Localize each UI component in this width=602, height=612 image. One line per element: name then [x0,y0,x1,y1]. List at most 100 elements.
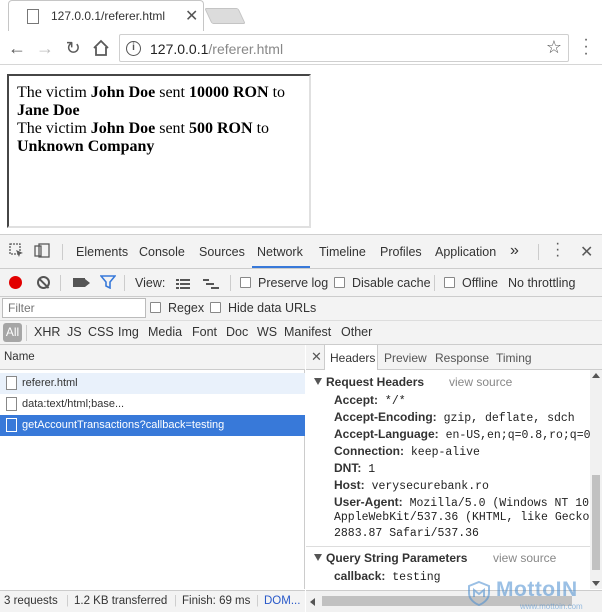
header-host: Host: verysecurebank.ro [334,478,489,493]
type-filter-other[interactable]: Other [341,325,372,339]
request-row-selected[interactable]: getAccountTransactions?callback=testing [0,415,305,436]
preserve-log-checkbox[interactable] [240,277,251,288]
new-tab-button[interactable] [204,8,246,24]
regex-checkbox[interactable] [150,302,161,313]
preserve-log-label[interactable]: Preserve log [258,276,328,290]
type-filter-ws[interactable]: WS [257,325,277,339]
tab-application[interactable]: Application [435,245,496,259]
devtools-menu-icon[interactable]: · · · [555,236,560,264]
tab-timeline[interactable]: Timeline [319,245,366,259]
tab-console[interactable]: Console [139,245,185,259]
devtools-tab-bar: Elements Console Sources Network Timelin… [0,235,602,269]
view-source-link[interactable]: view source [493,551,556,565]
request-row[interactable]: data:text/html;base... [0,394,305,415]
hide-data-urls-label[interactable]: Hide data URLs [228,301,316,315]
disable-cache-label[interactable]: Disable cache [352,276,431,290]
regex-label[interactable]: Regex [168,301,204,315]
url-text[interactable]: 127.0.0.1/referer.html [150,41,283,57]
type-filter-doc[interactable]: Doc [226,325,248,339]
tab-sources[interactable]: Sources [199,245,245,259]
tab-title: 127.0.0.1/referer.html [51,9,166,23]
network-controls: View: Preserve log Disable cache Offline… [0,269,602,297]
details-scrollbar[interactable] [590,370,602,589]
browser-menu-icon[interactable]: · · · [580,32,592,62]
type-filter-media[interactable]: Media [148,325,182,339]
browser-tab[interactable]: 127.0.0.1/referer.html ✕ [8,0,204,31]
watermark-brand: MottoIN [496,578,578,601]
filter-input[interactable] [2,298,146,318]
view-label: View: [135,276,166,290]
type-filter-css[interactable]: CSS [88,325,114,339]
summary-separator: | [256,595,259,607]
toolbar-divider [124,275,125,291]
device-toolbar-icon[interactable] [34,243,50,261]
devtools-panel: Elements Console Sources Network Timelin… [0,234,602,612]
type-filter-xhr[interactable]: XHR [34,325,60,339]
tab-profiles[interactable]: Profiles [380,245,422,259]
hide-data-urls-checkbox[interactable] [210,302,221,313]
more-tabs-icon[interactable]: » [510,242,519,260]
capture-screenshots-icon[interactable] [73,278,90,287]
header-accept-encoding: Accept-Encoding: gzip, deflate, sdch [334,410,575,425]
info-icon[interactable]: i [126,41,141,56]
throttling-select[interactable]: No throttling [508,276,575,290]
finish-time: Finish: 69 ms [182,595,251,607]
transaction-line-2: The victim John Doe sent 500 RON to Unkno… [17,120,270,155]
reload-icon[interactable]: ↻ [62,37,84,59]
document-icon [6,376,17,390]
tab-headers[interactable]: Headers [330,351,375,365]
tab-response[interactable]: Response [435,351,489,365]
active-tab-indicator [252,266,310,268]
request-row[interactable]: referer.html [0,373,305,394]
watermark-logo-icon [468,580,490,606]
type-filter-img[interactable]: Img [118,325,139,339]
overview-icon[interactable] [203,278,219,289]
scroll-left-icon[interactable] [310,598,315,606]
view-source-link[interactable]: view source [449,375,512,389]
inspect-element-icon[interactable] [9,243,24,261]
document-icon [6,397,17,411]
type-filter-font[interactable]: Font [192,325,217,339]
tab-network[interactable]: Network [257,245,303,259]
home-icon[interactable] [90,37,112,59]
large-rows-icon[interactable] [176,278,190,289]
tab-elements[interactable]: Elements [76,245,128,259]
type-filter-js[interactable]: JS [67,325,82,339]
header-user-agent: User-Agent: Mozilla/5.0 (Windows NT 10. [334,495,590,510]
page-favicon-icon [27,9,39,24]
back-arrow-icon[interactable]: ← [6,37,28,59]
scroll-up-icon[interactable] [592,373,600,378]
bookmark-star-icon[interactable]: ☆ [546,37,562,58]
clear-icon[interactable] [37,276,50,289]
header-user-agent-cont: 2883.87 Safari/537.36 [334,527,479,540]
summary-separator: | [66,595,69,607]
type-filter-all[interactable]: All [3,323,22,342]
offline-checkbox[interactable] [444,277,455,288]
type-filter-manifest[interactable]: Manifest [284,325,331,339]
close-devtools-icon[interactable]: ✕ [580,242,593,262]
transferred-size: 1.2 KB transferred [74,595,168,607]
toolbar-divider [26,325,27,341]
summary-separator: | [174,595,177,607]
page-viewport: The victim John Doe sent 10000 RON to Jan… [0,66,602,234]
record-icon[interactable] [9,276,22,289]
tab-preview[interactable]: Preview [384,351,427,365]
offline-label[interactable]: Offline [462,276,498,290]
param-callback: callback: testing [334,569,441,584]
scrollbar-thumb[interactable] [592,475,600,570]
request-details: ✕ Headers Preview Response Timing Reques… [306,345,602,589]
request-headers-title[interactable]: Request Headers [314,375,424,389]
address-bar[interactable]: i 127.0.0.1/referer.html ☆ [119,34,569,62]
disable-cache-checkbox[interactable] [334,277,345,288]
close-tab-icon[interactable]: ✕ [185,6,198,26]
header-accept-language: Accept-Language: en-US,en;q=0.8,ro;q=0. [334,427,590,442]
name-column-header[interactable]: Name [0,345,305,370]
toolbar-divider [538,244,539,260]
close-details-icon[interactable]: ✕ [311,349,322,365]
toolbar-divider [60,275,61,291]
resource-type-filters: All XHR JS CSS Img Media Font Doc WS Man… [0,321,602,345]
tab-timing[interactable]: Timing [496,351,532,365]
forward-arrow-icon[interactable]: → [34,37,56,59]
filter-icon[interactable] [99,275,117,290]
query-params-title[interactable]: Query String Parameters [314,551,467,565]
